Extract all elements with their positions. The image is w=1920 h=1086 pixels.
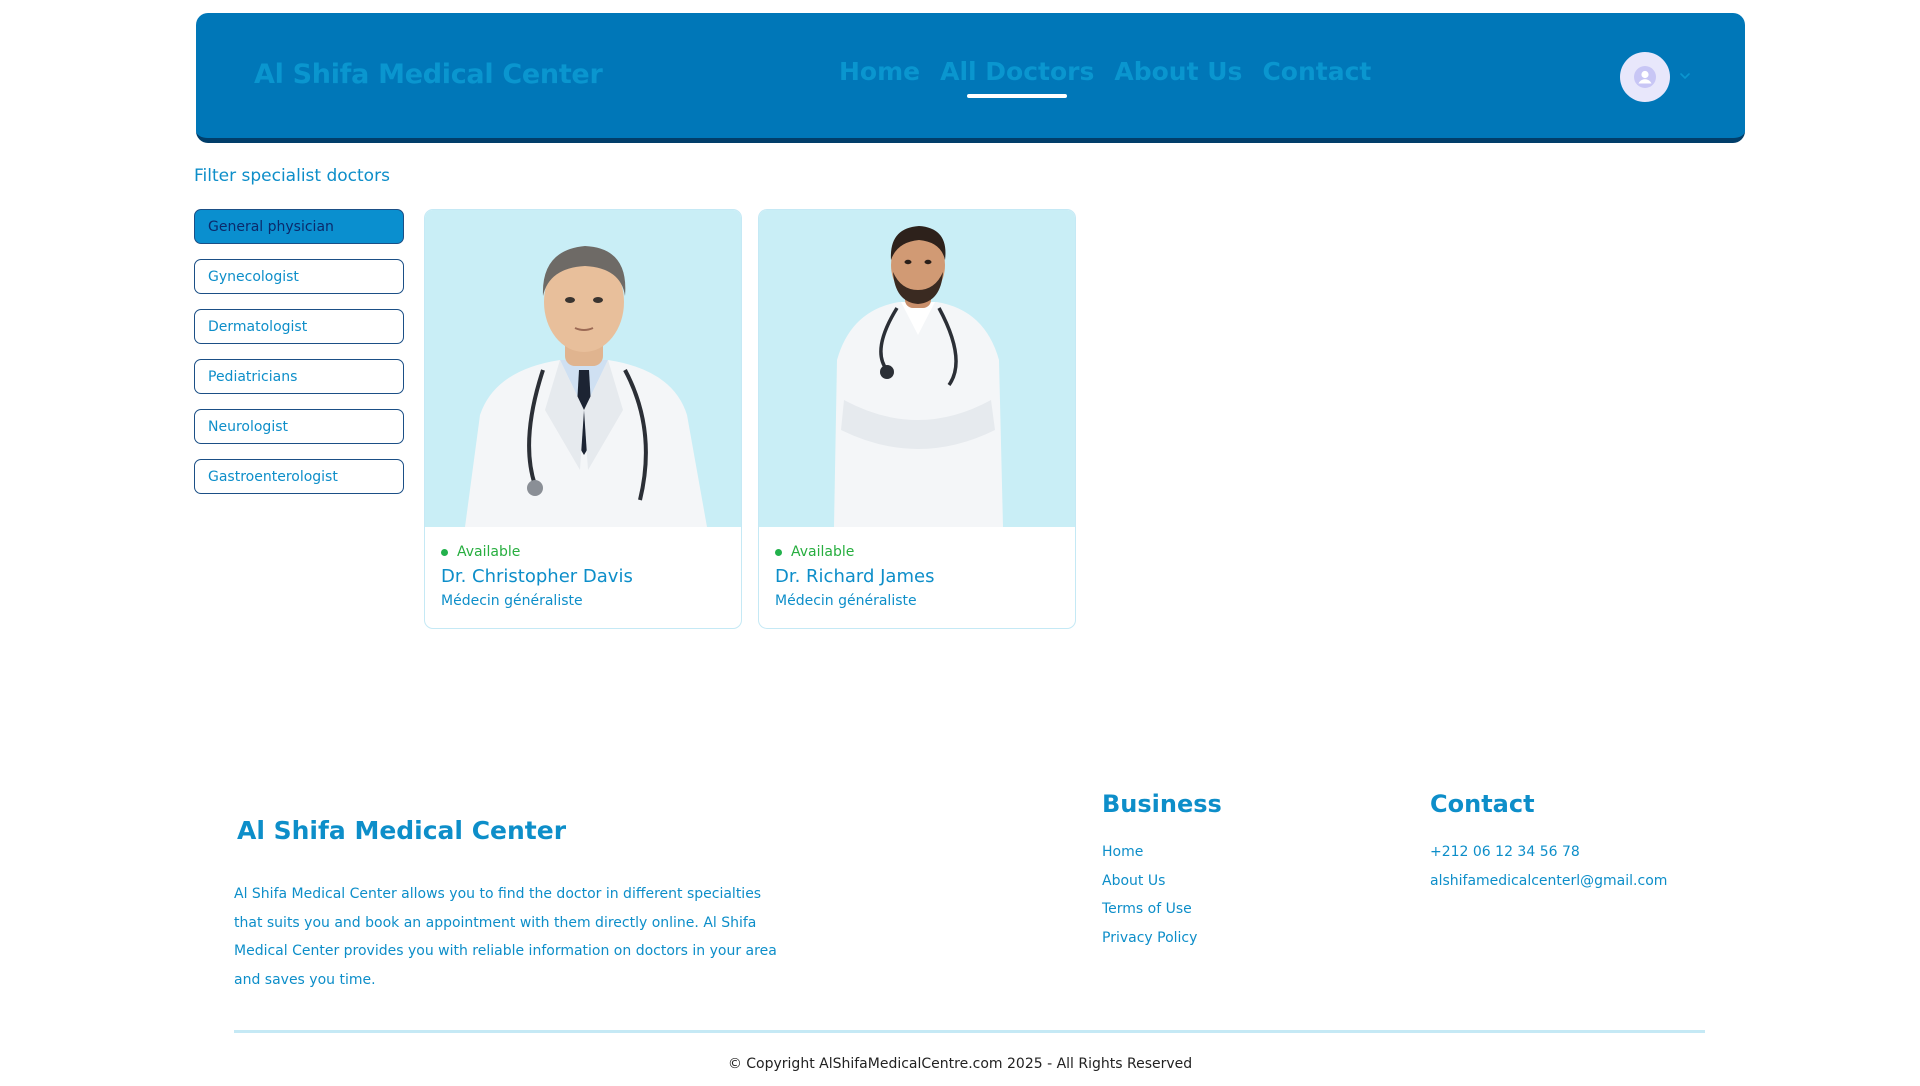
filter-general-physician[interactable]: General physician bbox=[194, 209, 404, 244]
footer-link-home[interactable]: Home bbox=[1102, 838, 1197, 867]
footer-divider bbox=[234, 1030, 1705, 1033]
footer-contact-list: +212 06 12 34 56 78 alshifamedicalcenter… bbox=[1430, 838, 1667, 895]
filter-gastroenterologist[interactable]: Gastroenterologist bbox=[194, 459, 404, 494]
main-nav: Home All Doctors About Us Contact bbox=[839, 57, 1371, 98]
footer-business-links: Home About Us Terms of Use Privacy Polic… bbox=[1102, 838, 1197, 952]
doctor-photo bbox=[425, 210, 741, 527]
footer-link-about-us[interactable]: About Us bbox=[1102, 867, 1197, 896]
status-text: Available bbox=[457, 544, 521, 560]
footer-link-privacy[interactable]: Privacy Policy bbox=[1102, 924, 1197, 953]
footer-phone[interactable]: +212 06 12 34 56 78 bbox=[1430, 838, 1667, 867]
footer-email[interactable]: alshifamedicalcenterl@gmail.com bbox=[1430, 867, 1667, 896]
top-navbar: Al Shifa Medical Center Home All Doctors… bbox=[196, 13, 1745, 143]
doctor-name: Dr. Richard James bbox=[775, 566, 935, 587]
status-text: Available bbox=[791, 544, 855, 560]
doctor-specialty: Médecin généraliste bbox=[441, 593, 583, 609]
specialty-filter-list: General physician Gynecologist Dermatolo… bbox=[194, 209, 404, 509]
doctor-name: Dr. Christopher Davis bbox=[441, 566, 633, 587]
nav-all-doctors[interactable]: All Doctors bbox=[940, 57, 1094, 98]
user-icon bbox=[1634, 66, 1656, 88]
footer-description: Al Shifa Medical Center allows you to fi… bbox=[234, 886, 777, 988]
copyright-text: © Copyright AlShifaMedicalCentre.com 202… bbox=[727, 1056, 1193, 1072]
nav-about-us[interactable]: About Us bbox=[1114, 57, 1242, 86]
status-dot-icon bbox=[441, 548, 448, 556]
filter-neurologist[interactable]: Neurologist bbox=[194, 409, 404, 444]
availability-status: Available bbox=[441, 544, 725, 560]
footer-contact-title: Contact bbox=[1430, 790, 1535, 818]
status-dot-icon bbox=[775, 548, 782, 556]
chevron-down-icon[interactable] bbox=[1678, 69, 1692, 83]
filter-dermatologist[interactable]: Dermatologist bbox=[194, 309, 404, 344]
doctor-card[interactable]: Available Dr. Christopher Davis Médecin … bbox=[424, 209, 742, 629]
doctor-card[interactable]: Available Dr. Richard James Médecin géné… bbox=[758, 209, 1076, 629]
doctor-photo bbox=[759, 210, 1075, 527]
footer-business-title: Business bbox=[1102, 790, 1222, 818]
footer-brand: Al Shifa Medical Center bbox=[237, 816, 567, 845]
filter-title: Filter specialist doctors bbox=[194, 166, 390, 186]
nav-contact[interactable]: Contact bbox=[1262, 57, 1371, 86]
user-avatar[interactable] bbox=[1620, 52, 1670, 102]
footer-link-terms[interactable]: Terms of Use bbox=[1102, 895, 1197, 924]
doctor-specialty: Médecin généraliste bbox=[775, 593, 917, 609]
filter-pediatricians[interactable]: Pediatricians bbox=[194, 359, 404, 394]
brand-logo[interactable]: Al Shifa Medical Center bbox=[254, 59, 603, 90]
availability-status: Available bbox=[775, 544, 1059, 560]
filter-gynecologist[interactable]: Gynecologist bbox=[194, 259, 404, 294]
nav-home[interactable]: Home bbox=[839, 57, 920, 86]
